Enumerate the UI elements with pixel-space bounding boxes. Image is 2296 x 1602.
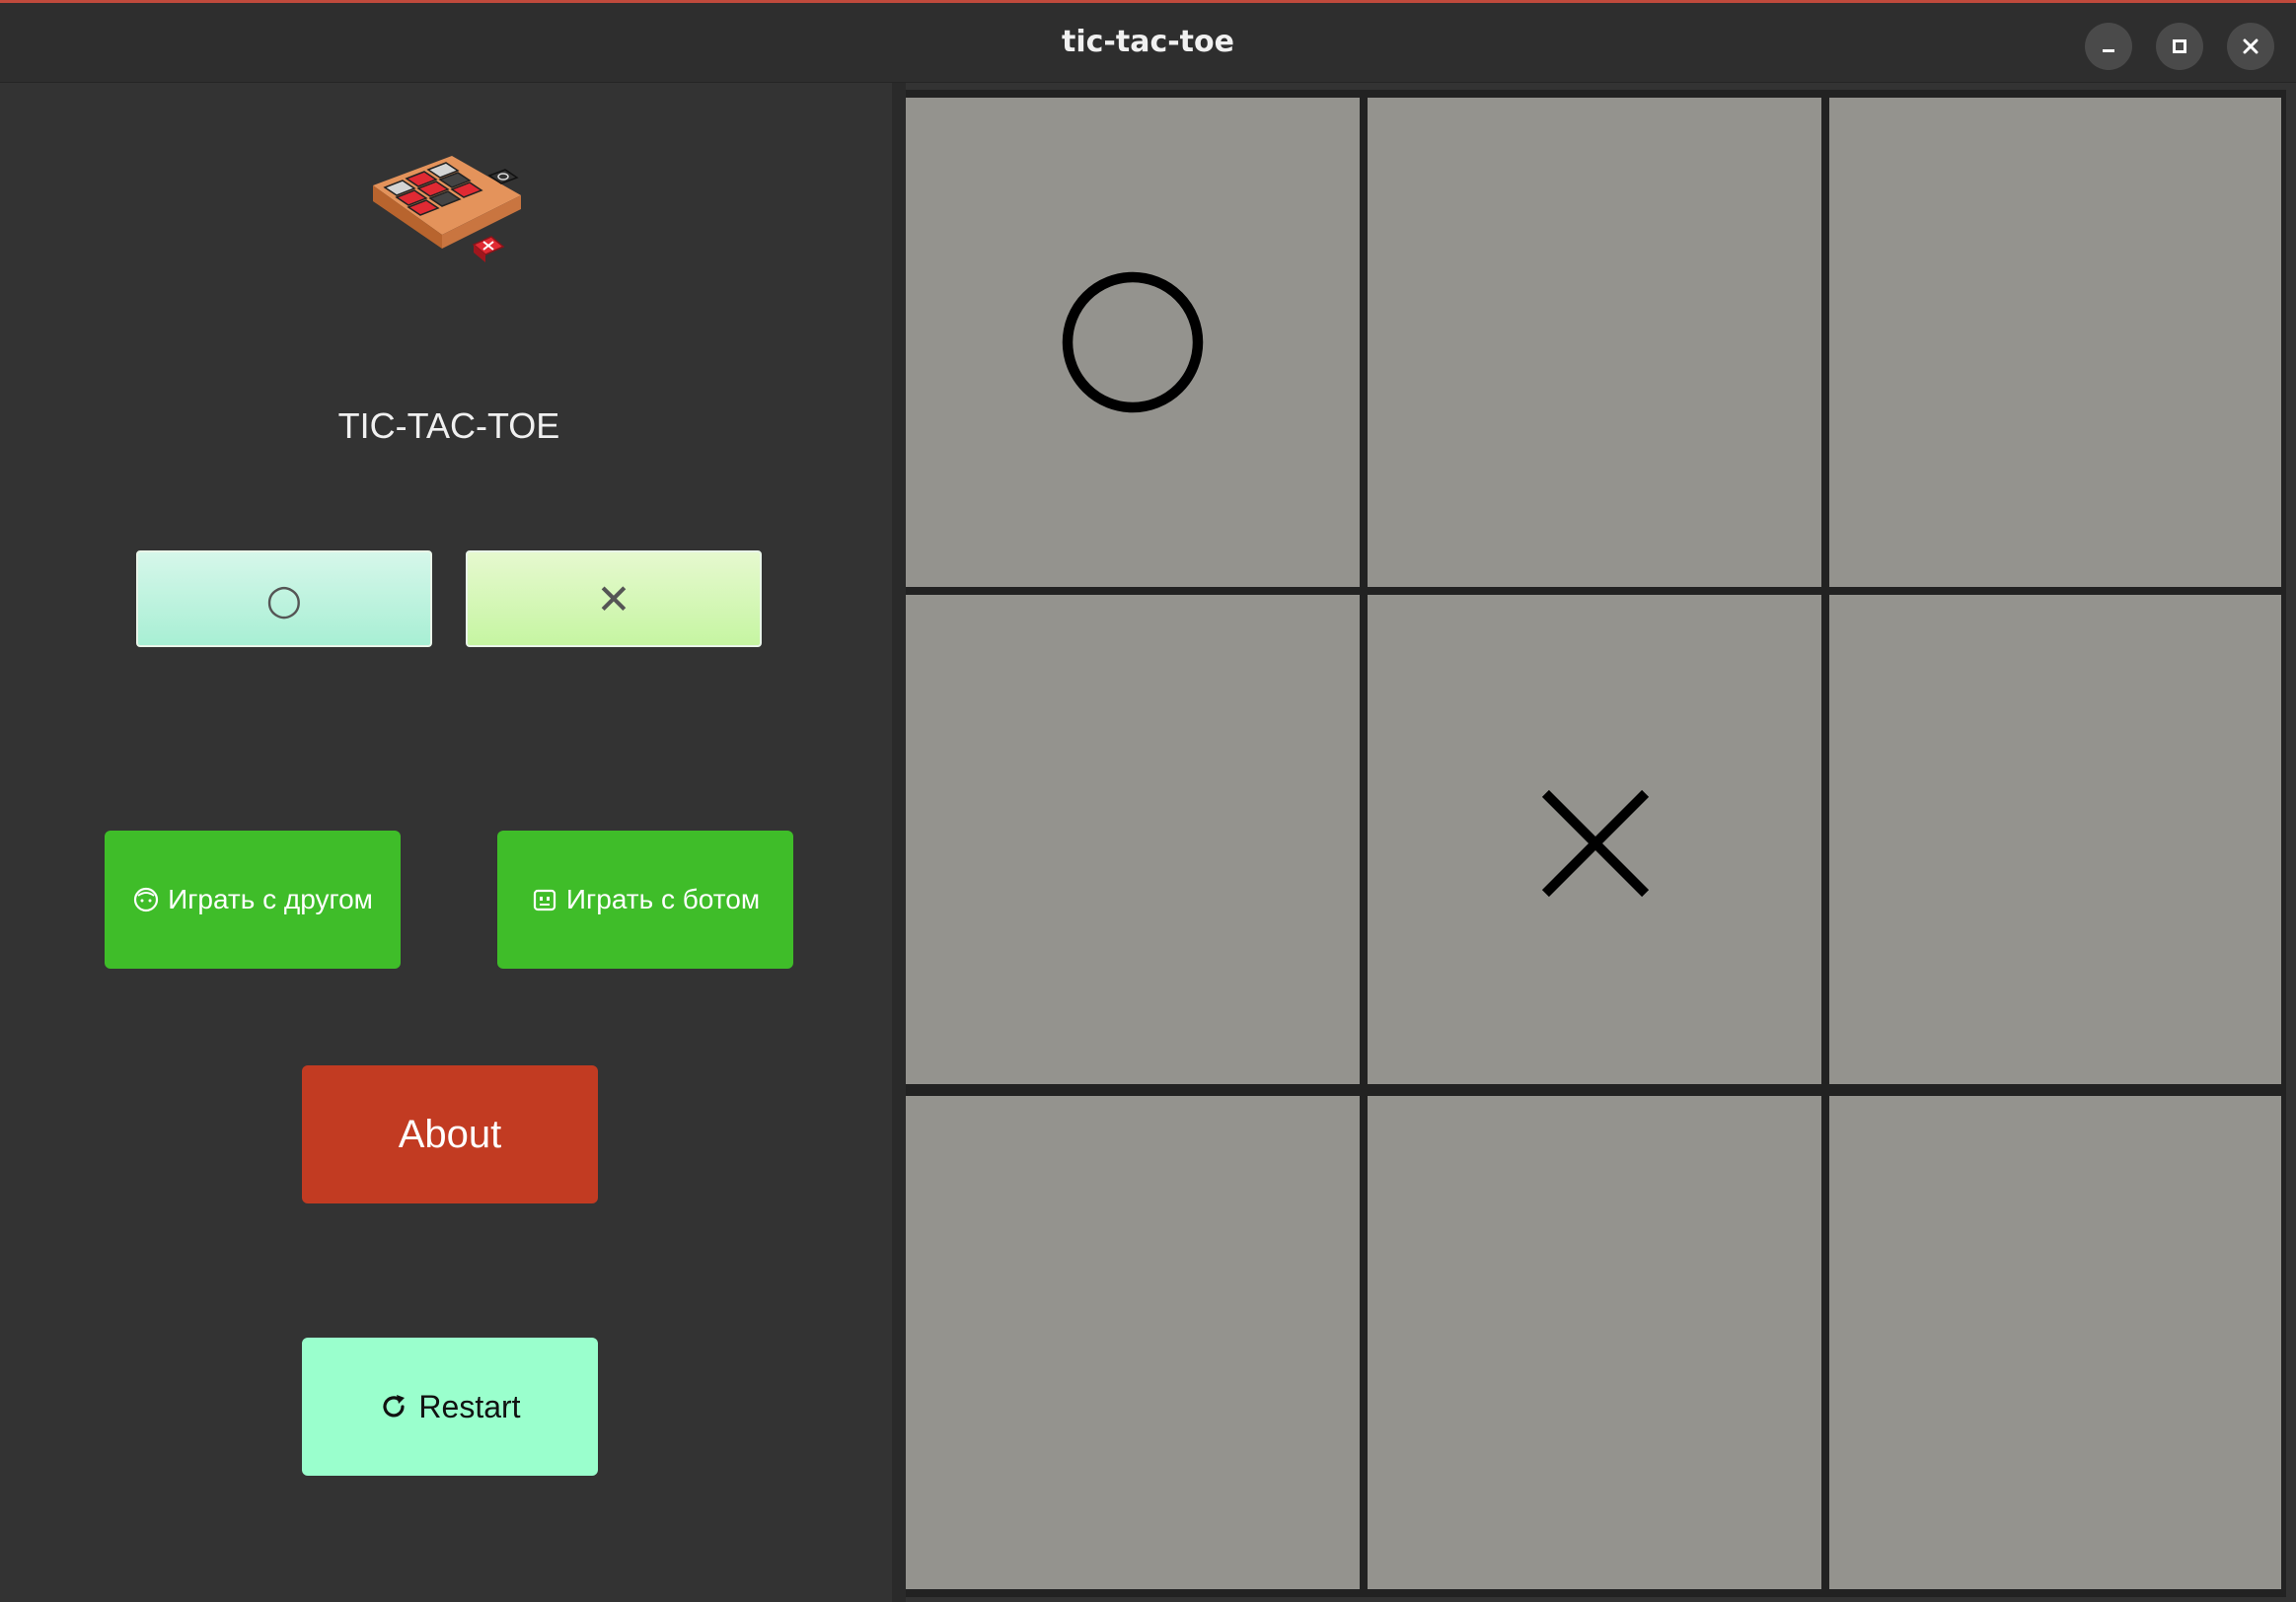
tic-tac-toe-logo [373,156,521,262]
window-title: tic-tac-toe [1062,25,1234,59]
robot-icon [533,889,556,911]
board-cell-9[interactable] [1829,1096,2281,1589]
circle-icon: ○ [265,574,303,623]
restart-label: Restart [418,1388,521,1424]
board-cell-5[interactable] [1368,595,1821,1084]
about-button[interactable]: About [302,1065,598,1203]
board-cell-8[interactable] [1368,1096,1821,1589]
play-with-friend-button[interactable]: Играть с другом [105,831,401,969]
title-bar: tic-tac-toe [0,3,2296,83]
choose-o-button[interactable]: ○ [136,550,432,647]
board-cell-4[interactable] [906,595,1360,1084]
cross-icon: ✕ [596,574,631,623]
play-with-friend-label: Играть с другом [168,884,373,914]
panel-divider [892,83,906,1602]
play-with-bot-button[interactable]: Играть с ботом [497,831,793,969]
play-with-bot-label: Играть с ботом [565,884,761,914]
board-cell-1[interactable] [906,98,1360,587]
mark-x [1541,789,1650,898]
minimize-button[interactable] [2085,23,2132,70]
app-window: tic-tac-toe TIC-TAC-TOE ○ ✕ Играть с дру… [0,0,2296,1602]
app-title: TIC-TAC-TOE [337,405,560,446]
face-icon [133,887,159,912]
maximize-icon [2173,39,2186,53]
board-cell-6[interactable] [1829,595,2281,1084]
game-board [906,90,2286,1597]
choose-x-button[interactable]: ✕ [466,550,762,647]
board-cell-2[interactable] [1368,98,1821,587]
minimize-icon [2103,49,2114,52]
board-cell-3[interactable] [1829,98,2281,587]
about-label: About [398,1112,502,1156]
maximize-button[interactable] [2156,23,2203,70]
refresh-icon [383,1395,406,1418]
close-button[interactable] [2227,23,2274,70]
close-icon [2243,38,2259,54]
board-cell-7[interactable] [906,1096,1360,1589]
mark-o [1062,271,1204,413]
restart-button[interactable]: Restart [302,1338,598,1476]
